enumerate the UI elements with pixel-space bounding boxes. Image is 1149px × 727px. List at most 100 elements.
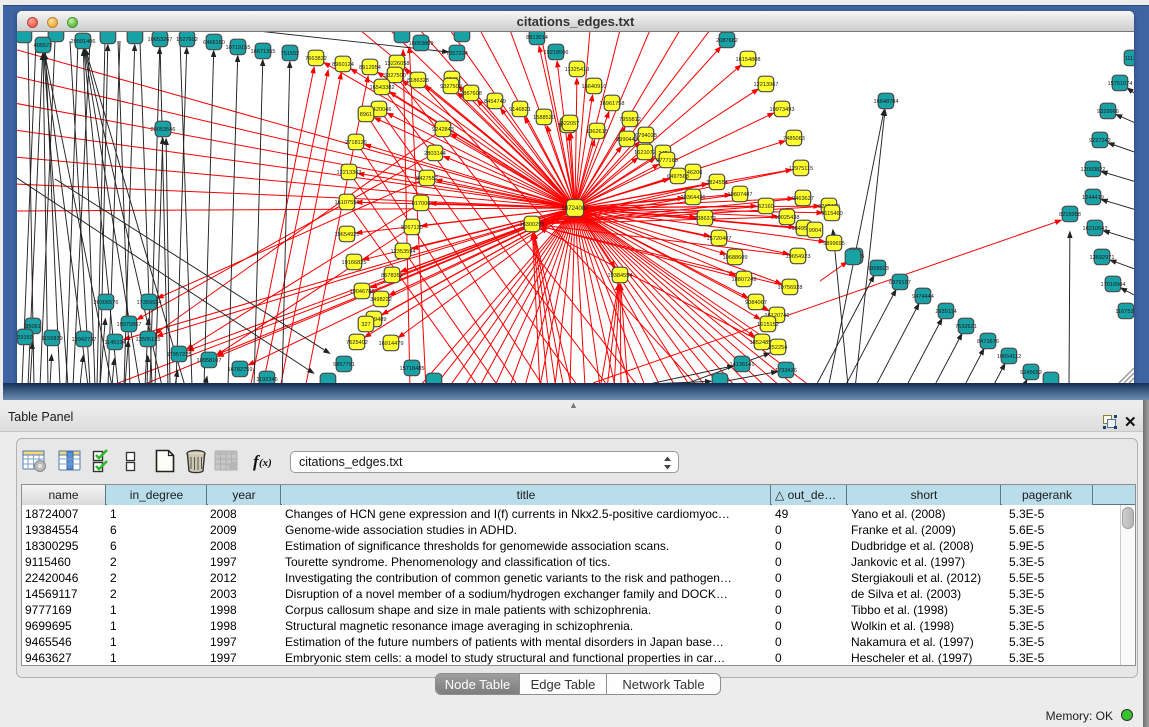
svg-text:10025438: 10025438	[775, 215, 800, 221]
svg-text:19218506: 19218506	[544, 50, 569, 56]
svg-text:1192346: 1192346	[256, 377, 277, 383]
svg-text:2803144: 2803144	[424, 151, 446, 157]
svg-text:7625402: 7625402	[346, 340, 368, 346]
svg-text:327: 327	[361, 322, 370, 328]
svg-text:5958923: 5958923	[867, 266, 889, 272]
svg-text:12213967: 12213967	[754, 82, 779, 88]
svg-text:8961: 8961	[360, 112, 372, 118]
svg-text:16107552: 16107552	[335, 200, 360, 206]
svg-text:10654112: 10654112	[997, 354, 1021, 360]
svg-text:1362615: 1362615	[586, 129, 608, 135]
svg-text:18300295: 18300295	[520, 222, 545, 228]
svg-text:20091406: 20091406	[71, 39, 96, 45]
svg-text:13226058: 13226058	[385, 61, 410, 67]
svg-text:20053546: 20053546	[151, 127, 176, 133]
svg-text:7357224: 7357224	[446, 51, 468, 57]
svg-text:8267130: 8267130	[401, 225, 423, 231]
svg-text:405572: 405572	[34, 43, 53, 49]
svg-text:10653267: 10653267	[148, 37, 173, 43]
svg-text:2087682: 2087682	[716, 38, 738, 44]
svg-text:10688609: 10688609	[723, 255, 748, 261]
svg-text:12505135: 12505135	[136, 337, 161, 343]
svg-text:12093822: 12093822	[1081, 167, 1106, 173]
svg-text:16210643: 16210643	[1083, 226, 1108, 232]
svg-text:10719155: 10719155	[226, 45, 251, 51]
svg-text:17957225: 17957225	[167, 352, 192, 358]
svg-text:917006: 917006	[412, 201, 431, 207]
svg-text:10756928: 10756928	[778, 285, 803, 291]
svg-text:19384554: 19384554	[608, 273, 633, 279]
svg-text:13692971: 13692971	[1090, 255, 1115, 261]
svg-text:1167533: 1167533	[1115, 309, 1134, 315]
svg-text:8678352: 8678352	[381, 273, 403, 279]
svg-text:16914479: 16914479	[379, 341, 404, 347]
svg-text:2935114: 2935114	[935, 309, 956, 315]
svg-text:19654925: 19654925	[335, 232, 360, 238]
svg-text:10958107: 10958107	[197, 358, 222, 364]
svg-text:1615152: 1615152	[757, 322, 779, 328]
svg-text:1156829: 1156829	[41, 336, 62, 342]
svg-text:7632621: 7632621	[955, 324, 977, 330]
svg-text:11123: 11123	[1125, 56, 1134, 62]
svg-text:(x): (x)	[259, 457, 272, 469]
svg-text:9463627: 9463627	[792, 196, 814, 202]
svg-text:2867608: 2867608	[460, 91, 482, 97]
svg-text:8215958: 8215958	[1059, 212, 1081, 218]
svg-text:1588520: 1588520	[533, 115, 555, 121]
svg-text:11325419: 11325419	[565, 67, 589, 73]
svg-text:19975867: 19975867	[117, 322, 142, 328]
svg-text:1527602: 1527602	[176, 37, 198, 43]
svg-text:12975115: 12975115	[789, 166, 813, 172]
svg-text:6879197: 6879197	[889, 280, 911, 286]
svg-text:822057: 822057	[561, 121, 580, 127]
svg-text:9245652: 9245652	[1020, 370, 1042, 376]
svg-text:6794028: 6794028	[635, 133, 657, 139]
svg-text:9329966: 9329966	[1097, 109, 1119, 115]
svg-text:17016504: 17016504	[1101, 282, 1126, 288]
svg-text:6497568: 6497568	[667, 174, 689, 180]
svg-text:8960124: 8960124	[332, 62, 354, 68]
svg-text:8454749: 8454749	[484, 99, 506, 105]
svg-text:9327500: 9327500	[384, 73, 406, 79]
svg-text:16961758: 16961758	[600, 101, 625, 107]
svg-text:8471676: 8471676	[977, 339, 999, 345]
svg-text:8912954: 8912954	[359, 65, 381, 71]
svg-text:12942737: 12942737	[72, 337, 97, 343]
svg-text:18724007: 18724007	[561, 205, 589, 212]
svg-text:1733426: 1733426	[775, 368, 797, 374]
svg-text:8813014: 8813014	[526, 35, 548, 41]
svg-text:6466160: 6466160	[203, 40, 225, 46]
svg-text:3824554: 3824554	[706, 180, 728, 186]
svg-text:14136141: 14136141	[730, 362, 755, 368]
svg-text:3498222: 3498222	[370, 297, 392, 303]
svg-text:2718126: 2718126	[345, 140, 367, 146]
svg-text:7386372: 7386372	[694, 216, 716, 222]
svg-text:12353594: 12353594	[391, 249, 416, 255]
svg-text:9857791: 9857791	[333, 362, 355, 368]
svg-text:16543382: 16543382	[370, 85, 395, 91]
svg-text:39159: 39159	[17, 335, 33, 341]
svg-text:9904: 9904	[809, 228, 821, 234]
svg-text:9227342: 9227342	[1089, 138, 1111, 144]
svg-text:19046786: 19046786	[350, 289, 375, 295]
svg-text:16782759: 16782759	[228, 367, 253, 373]
svg-text:15718485: 15718485	[400, 366, 425, 372]
svg-text:62160: 62160	[758, 204, 774, 210]
svg-text:7663822: 7663822	[305, 56, 327, 62]
svg-text:9777169: 9777169	[656, 158, 678, 164]
svg-text:9084067: 9084067	[745, 300, 767, 306]
svg-text:9242843: 9242843	[432, 127, 454, 133]
svg-text:16671355: 16671355	[251, 49, 276, 55]
svg-text:1621072: 1621072	[634, 150, 656, 156]
svg-text:10973493: 10973493	[770, 107, 795, 113]
svg-text:9146821: 9146821	[509, 107, 531, 113]
svg-text:252254: 252254	[769, 345, 788, 351]
svg-text:20206576: 20206576	[94, 300, 119, 306]
svg-text:19166825: 19166825	[342, 260, 367, 266]
svg-text:16053809: 16053809	[409, 41, 434, 47]
svg-text:8427552: 8427552	[416, 176, 438, 182]
svg-text:20364436: 20364436	[681, 195, 706, 201]
svg-text:9115460: 9115460	[821, 211, 842, 217]
svg-text:16154808: 16154808	[736, 57, 761, 63]
svg-text:12213363: 12213363	[337, 170, 362, 176]
